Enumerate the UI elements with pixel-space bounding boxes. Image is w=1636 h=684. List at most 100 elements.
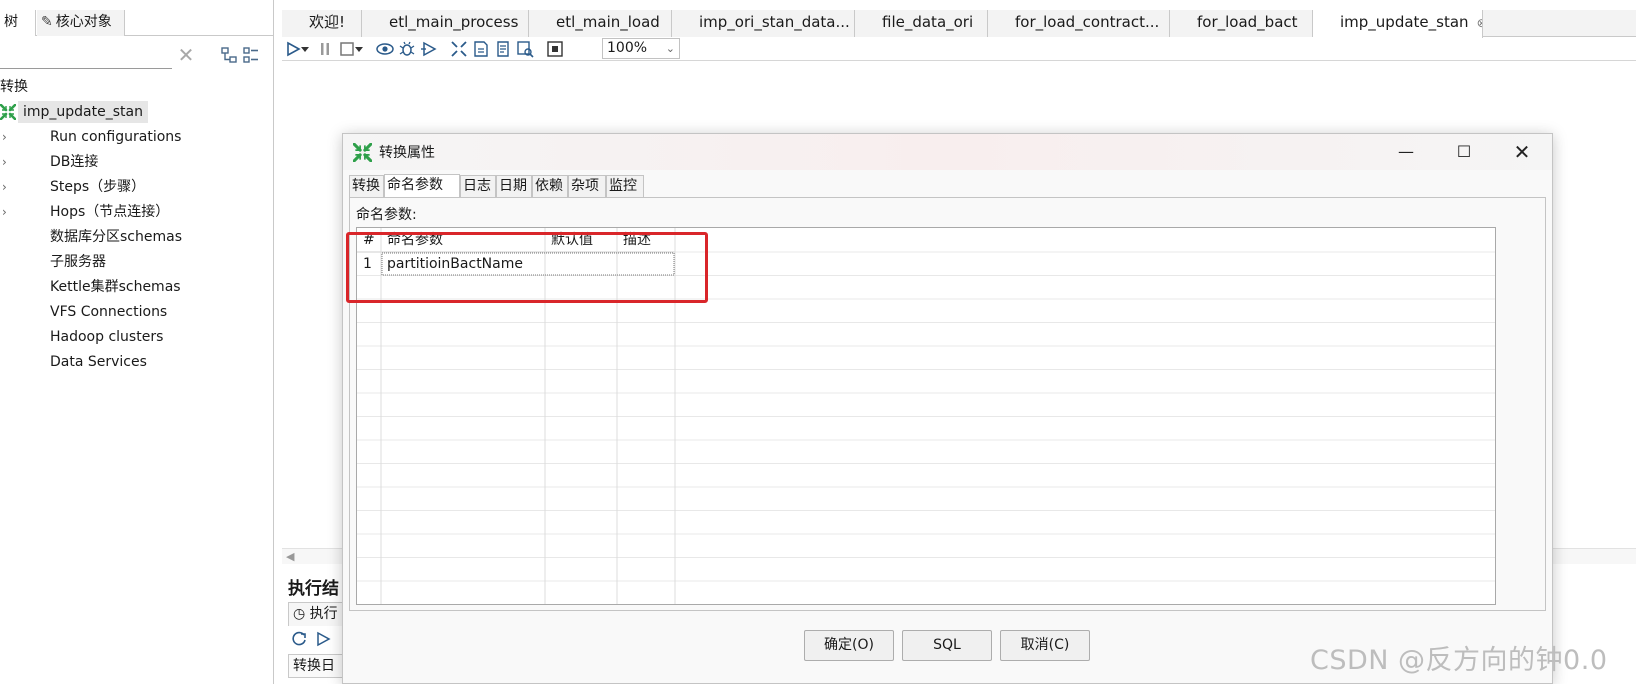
dialog-titlebar[interactable]: 转换属性 — ☐ ✕: [343, 134, 1552, 170]
minimize-button[interactable]: —: [1377, 134, 1435, 170]
dialog-tab[interactable]: 转换: [349, 175, 384, 197]
sql-button[interactable]: SQL: [902, 630, 992, 661]
refresh-icon[interactable]: [290, 630, 308, 648]
folder-icon: [24, 130, 41, 144]
job-icon: [535, 14, 551, 30]
debug-icon[interactable]: [398, 40, 416, 58]
zoom-value: 100%: [607, 40, 648, 56]
cancel-button[interactable]: 取消(C): [1000, 630, 1090, 661]
expand-all-icon[interactable]: [220, 46, 238, 64]
folder-icon: [24, 255, 41, 269]
watermark: CSDN @反方向的钟0.0: [1310, 645, 1608, 676]
editor-tab-label: for_load_bact: [1197, 13, 1298, 31]
stop-dropdown-icon[interactable]: [354, 40, 364, 58]
tree-item[interactable]: VFS Connections: [0, 300, 274, 325]
chevron-down-icon: ⌄: [665, 42, 675, 55]
pencil-icon: ✎: [41, 14, 53, 30]
editor-tab-label: imp_ori_stan_data...: [699, 13, 850, 31]
tree-item-label: Hadoop clusters: [50, 329, 164, 345]
tree-transformation-label: imp_update_stan: [18, 101, 148, 123]
collapse-all-icon[interactable]: [242, 46, 260, 64]
dialog-tab[interactable]: 日志: [460, 175, 496, 197]
show-results-icon[interactable]: [546, 40, 564, 58]
dialog-tab[interactable]: 监控: [606, 175, 644, 197]
editor-tab[interactable]: imp_ori_stan_data...: [672, 10, 855, 37]
preview-icon[interactable]: [376, 40, 394, 58]
folder-icon: [24, 330, 41, 344]
left-panel: 树 ✎ 核心对象 ✕ 转换 imp_update_stan › Run config…: [0, 0, 274, 684]
editor-tab[interactable]: for_load_contract...: [988, 10, 1170, 37]
tree-item[interactable]: › DB连接: [0, 150, 274, 175]
editor-tab-label: imp_update_stan: [1340, 13, 1469, 31]
tab-core-objects[interactable]: ✎ 核心对象: [37, 10, 125, 36]
tree-item-label: DB连接: [50, 154, 99, 170]
tree-root-label: 转换: [0, 79, 28, 95]
filter-input[interactable]: [0, 42, 172, 69]
folder-icon: [24, 280, 41, 294]
tree-item[interactable]: 子服务器: [0, 250, 274, 275]
folder-icon: [24, 205, 41, 219]
job-icon: [1176, 14, 1192, 30]
folder-icon: [24, 180, 41, 194]
dialog-title: 转换属性: [379, 145, 435, 161]
tab-core-objects-label: 核心对象: [55, 14, 112, 30]
tree-item[interactable]: 数据库分区schemas: [0, 225, 274, 250]
dialog-tab[interactable]: 日期: [496, 175, 532, 197]
editor-tab-label: etl_main_process: [389, 13, 519, 31]
editor-tab[interactable]: file_data_ori: [855, 10, 988, 37]
replay-icon[interactable]: [420, 40, 438, 58]
zoom-select[interactable]: 100% ⌄: [602, 38, 680, 59]
tree-item[interactable]: › Steps（步骤）: [0, 175, 274, 200]
dialog-tab[interactable]: 命名参数: [384, 174, 460, 198]
editor-tab-label: 欢迎!: [309, 13, 346, 31]
clear-filter-icon[interactable]: ✕: [176, 44, 196, 66]
tree-item[interactable]: Hadoop clusters: [0, 325, 274, 350]
transformation-icon: [353, 143, 372, 162]
editor-tab[interactable]: imp_update_stan ⊗: [1313, 10, 1483, 38]
tree-item-label: Steps（步骤）: [50, 179, 146, 195]
verify-icon[interactable]: [450, 40, 468, 58]
job-icon: [368, 14, 384, 30]
tree-item[interactable]: Data Services: [0, 350, 274, 375]
welcome-icon: [288, 14, 304, 30]
ok-button[interactable]: 确定(O): [804, 630, 894, 661]
tree-item[interactable]: Kettle集群schemas: [0, 275, 274, 300]
chevron-right-icon[interactable]: ›: [2, 150, 14, 174]
tree-item-label: VFS Connections: [50, 304, 168, 320]
run-again-icon[interactable]: [314, 630, 332, 648]
tab-tree[interactable]: 树: [0, 10, 36, 36]
editor-tab-bar: 欢迎! etl_main_process etl_main_load imp_ori_…: [282, 10, 1636, 38]
editor-tab[interactable]: etl_main_process: [362, 10, 529, 37]
editor-tab[interactable]: for_load_bact: [1170, 10, 1313, 37]
maximize-button[interactable]: ☐: [1435, 134, 1493, 170]
chevron-right-icon[interactable]: ›: [2, 175, 14, 199]
chevron-right-icon[interactable]: ›: [2, 200, 14, 224]
tree-root[interactable]: 转换: [0, 75, 274, 100]
tree-item-label: 子服务器: [50, 254, 106, 270]
dialog-tab[interactable]: 杂项: [568, 175, 606, 197]
dialog-tab[interactable]: 依赖: [532, 175, 568, 197]
job-icon: [678, 14, 694, 30]
tree-item[interactable]: › Run configurations: [0, 125, 274, 150]
chevron-right-icon[interactable]: ›: [2, 125, 14, 149]
tree-transformation[interactable]: imp_update_stan: [0, 100, 274, 125]
folder-icon: [24, 230, 41, 244]
editor-tab[interactable]: 欢迎!: [282, 10, 362, 37]
run-dropdown-icon[interactable]: [300, 40, 310, 58]
close-tab-icon[interactable]: ⊗: [1477, 16, 1482, 30]
impact-icon[interactable]: [472, 40, 490, 58]
job-icon: [861, 14, 877, 30]
editor-tab[interactable]: etl_main_load: [529, 10, 672, 37]
execution-toolbar: [290, 630, 332, 652]
tab-tree-label: 树: [4, 14, 18, 30]
sql-icon[interactable]: [494, 40, 512, 58]
close-button[interactable]: ✕: [1493, 134, 1551, 170]
tree-item[interactable]: › Hops（节点连接）: [0, 200, 274, 225]
tree-item-label: Hops（节点连接）: [50, 204, 170, 220]
scroll-left-icon[interactable]: ◀: [286, 550, 294, 563]
tree-item-label: Data Services: [50, 354, 147, 370]
explore-db-icon[interactable]: [516, 40, 534, 58]
editor-tab-label: for_load_contract...: [1015, 13, 1160, 31]
transformation-properties-dialog: 转换属性 — ☐ ✕ 转换 命名参数 日志 日期 依赖 杂项 监控 命名参数: # 命名参数默…: [342, 133, 1553, 684]
pause-icon[interactable]: [316, 40, 334, 58]
